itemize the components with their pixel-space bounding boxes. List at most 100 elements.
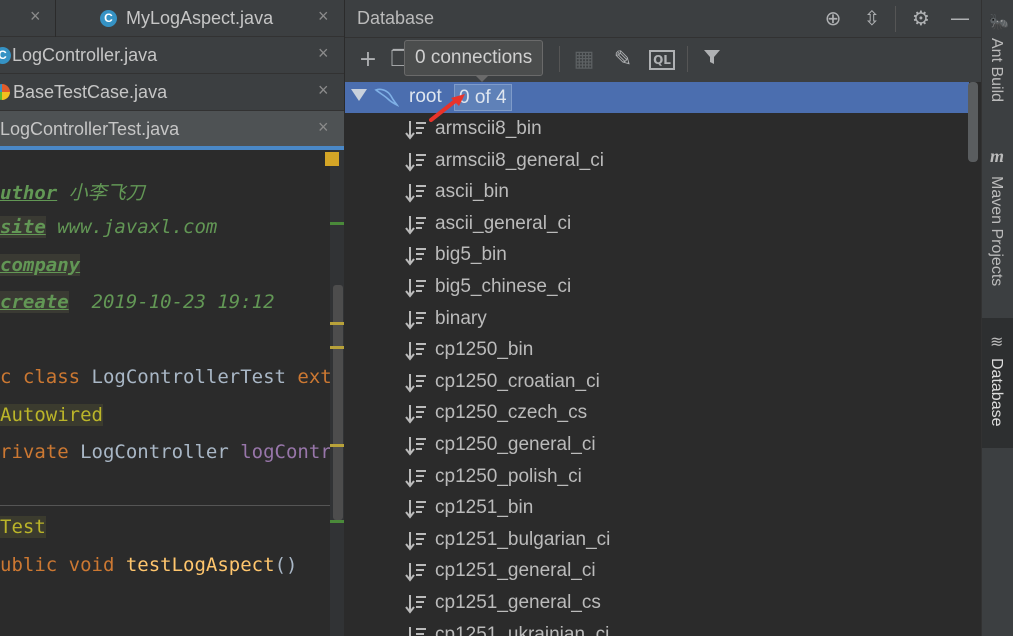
collation-label: cp1250_polish_ci (435, 465, 582, 487)
collation-item[interactable]: cp1250_czech_cs (405, 399, 965, 429)
collation-item[interactable]: binary (405, 305, 965, 335)
collation-label: cp1251_general_ci (435, 560, 596, 582)
code-line: ublic void testLogAspect() (0, 554, 298, 576)
table-icon[interactable]: ▦ (571, 47, 597, 73)
target-icon[interactable]: ⊕ (821, 6, 845, 30)
collation-item[interactable]: armscii8_general_ci (405, 147, 965, 177)
edit-icon[interactable]: ✎ (610, 47, 636, 73)
collation-icon (405, 152, 427, 172)
editor-area: × C MyLogAspect.java × C LogController.j… (0, 0, 344, 636)
editor-tab-logcontroller[interactable]: C LogController.java × (0, 37, 344, 74)
collation-label: big5_chinese_ci (435, 276, 572, 297)
maven-projects-tab[interactable]: Maven Projects (987, 176, 1005, 286)
add-icon[interactable]: + (355, 47, 381, 73)
collation-label: cp1251_bin (435, 497, 534, 519)
gutter-mark (330, 222, 344, 225)
collation-label: armscii8_general_ci (435, 149, 604, 171)
editor-tab-partial[interactable]: × (0, 0, 55, 37)
collation-item[interactable]: big5_bin (405, 241, 965, 271)
collation-icon (405, 468, 427, 488)
sql-console-icon[interactable]: QL (649, 47, 675, 73)
collation-label: binary (435, 307, 487, 329)
gear-icon[interactable]: ⚙ (909, 6, 933, 30)
collation-label: cp1250_czech_cs (435, 402, 588, 424)
collation-label: ascii_bin (435, 181, 509, 203)
connections-tooltip: 0 connections (404, 40, 544, 76)
collation-icon (405, 120, 427, 140)
class-icon: C (100, 10, 117, 27)
database-panel: Database ⊕ ⇳ ⚙ — + ❐ ▦ ✎ QL root 0 of 4 (345, 0, 981, 636)
tree-scrollbar[interactable] (968, 82, 978, 162)
test-class-icon (0, 84, 10, 100)
collation-item[interactable]: ascii_general_ci (405, 210, 965, 240)
close-icon[interactable]: × (318, 6, 329, 27)
collation-icon (405, 278, 427, 298)
collation-icon (405, 499, 427, 519)
collation-item[interactable]: cp1251_general_cs (405, 589, 965, 619)
panel-title: Database (357, 8, 435, 28)
collation-label: cp1251_general_cs (435, 592, 601, 613)
collation-item[interactable]: cp1251_ukrainian_ci (405, 621, 965, 636)
collation-label: cp1250_croatian_ci (435, 370, 600, 392)
tab-label: MyLogAspect.java (126, 8, 274, 28)
collation-icon (405, 246, 427, 266)
collation-label: cp1250_general_ci (435, 434, 596, 455)
gutter-mark (330, 322, 344, 325)
collation-icon (405, 626, 427, 636)
collation-icon (405, 373, 427, 393)
expand-triangle-icon[interactable] (351, 89, 367, 101)
collation-item[interactable]: cp1251_general_ci (405, 557, 965, 587)
tool-window-strip: 🐜 Ant Build m Maven Projects ≋ Database (981, 0, 1013, 636)
collation-item[interactable]: cp1251_bin (405, 494, 965, 524)
editor-scrollbar[interactable] (333, 285, 343, 520)
collation-label: ascii_general_ci (435, 212, 572, 234)
mysql-dolphin-icon (373, 86, 400, 108)
collation-icon (405, 404, 427, 424)
separator (895, 6, 896, 32)
close-icon[interactable]: × (318, 43, 329, 64)
collation-item[interactable]: cp1250_croatian_ci (405, 368, 965, 398)
filter-icon[interactable] (699, 47, 725, 73)
collation-label: cp1250_bin (435, 339, 534, 361)
collation-icon (405, 562, 427, 582)
collation-icon (405, 310, 427, 330)
editor-tab-logcontrollertest[interactable]: LogControllerTest.java × (0, 111, 344, 148)
collation-icon (405, 183, 427, 203)
collation-item[interactable]: cp1251_bulgarian_ci (405, 526, 965, 556)
tab-label: LogController.java (12, 45, 158, 65)
close-icon[interactable]: × (318, 117, 329, 138)
warning-marker[interactable] (325, 152, 339, 166)
collation-item[interactable]: cp1250_polish_ci (405, 463, 965, 493)
collation-icon (405, 436, 427, 456)
ant-icon: 🐜 (989, 12, 1009, 31)
maven-icon: m (990, 146, 1005, 166)
class-icon: C (0, 47, 11, 64)
datasource-tree[interactable]: root 0 of 4 armscii8_bin armscii8_genera… (345, 82, 981, 636)
editor-gutter[interactable] (325, 150, 344, 636)
collation-icon (405, 215, 427, 235)
collapse-all-icon[interactable]: ⇳ (860, 6, 884, 30)
separator (559, 46, 560, 72)
editor-tab-mylogaspect[interactable]: C MyLogAspect.java × (56, 0, 344, 37)
collation-item[interactable]: ascii_bin (405, 178, 965, 208)
minimize-icon[interactable]: — (948, 6, 972, 30)
database-tab[interactable]: Database (987, 358, 1005, 427)
code-area[interactable]: uthor 小李飞刀 site www.javaxl.com company c… (0, 150, 332, 636)
editor-tab-basetestcase[interactable]: BaseTestCase.java × (0, 74, 344, 111)
ant-build-tab[interactable]: Ant Build (987, 38, 1005, 102)
close-icon[interactable]: × (30, 6, 41, 27)
close-icon[interactable]: × (318, 80, 329, 101)
collation-item[interactable]: big5_chinese_ci (405, 273, 965, 303)
code-line: uthor 小李飞刀 (0, 182, 145, 204)
collation-item[interactable]: armscii8_bin (405, 115, 965, 145)
tab-label: LogControllerTest.java (0, 119, 180, 139)
red-arrow-annotation (429, 94, 465, 122)
collation-label: cp1251_bulgarian_ci (435, 528, 611, 550)
collation-item[interactable]: cp1250_general_ci (405, 431, 965, 461)
collation-item[interactable]: cp1250_bin (405, 336, 965, 366)
collation-icon (405, 341, 427, 361)
gutter-mark (330, 346, 344, 349)
code-line: create 2019-10-23 19:12 (0, 291, 275, 313)
collation-label: big5_bin (435, 244, 507, 266)
gutter-mark (330, 444, 344, 447)
